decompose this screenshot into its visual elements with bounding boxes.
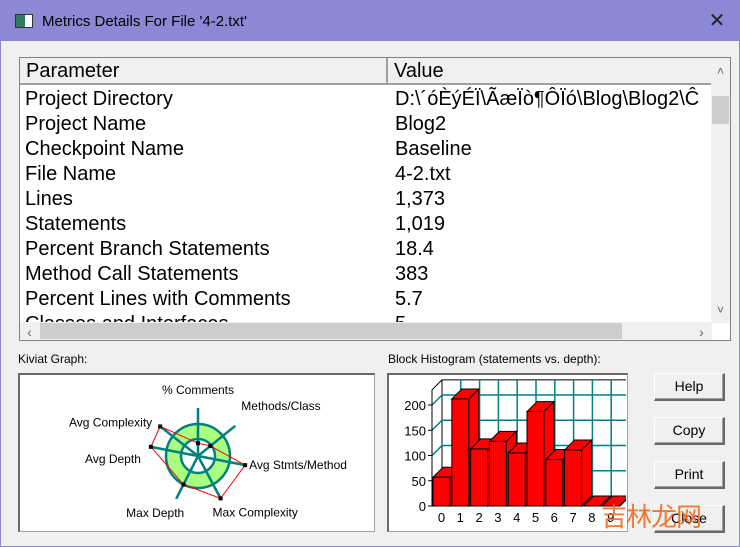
column-header-parameter[interactable]: Parameter: [20, 58, 388, 84]
window-title: Metrics Details For File '4-2.txt': [42, 12, 247, 30]
column-header-value[interactable]: Value: [388, 58, 712, 84]
kiviat-point: [148, 444, 153, 449]
kiviat-point: [218, 496, 223, 501]
title-bar: Metrics Details For File '4-2.txt' ✕: [1, 1, 739, 41]
parameter-cell: Lines: [25, 188, 73, 210]
horizontal-scrollbar[interactable]: ‹ ›: [20, 322, 712, 340]
kiviat-label: Kiviat Graph:: [18, 352, 88, 366]
table-row[interactable]: Project Name Blog2: [20, 112, 712, 137]
value-cell: 1,019: [395, 213, 446, 235]
y-tick-label: 150: [404, 423, 426, 438]
table-row[interactable]: Percent Branch Statements 18.4: [20, 237, 712, 262]
kiviat-axis-label: Max Depth: [126, 506, 184, 520]
parameter-cell: Percent Branch Statements: [25, 238, 270, 260]
kiviat-point: [208, 443, 213, 448]
y-tick-label: 50: [412, 474, 426, 489]
kiviat-point: [158, 424, 163, 429]
x-tick-label: 3: [494, 510, 501, 525]
kiviat-graph: % Comments Methods/Class Avg Stmts/Method M…: [18, 373, 375, 532]
kiviat-axis-label: Methods/Class: [241, 399, 320, 413]
x-tick-label: 8: [588, 510, 595, 525]
kiviat-point: [196, 441, 200, 446]
y-tick-label: 200: [404, 398, 426, 413]
parameter-cell: Project Directory: [25, 88, 173, 110]
print-button[interactable]: Print: [654, 461, 725, 489]
x-tick-label: 0: [438, 510, 445, 525]
scroll-right-icon[interactable]: ›: [692, 324, 711, 340]
table-row[interactable]: Project Directory D:\´óÈýÉÏ\ÃæÏò¶ÔÏó\Blog…: [20, 87, 712, 112]
histogram-label: Block Histogram (statements vs. depth):: [388, 352, 601, 366]
horizontal-scroll-thumb[interactable]: [40, 323, 622, 339]
x-tick-label: 4: [513, 510, 520, 525]
table-row[interactable]: Checkpoint Name Baseline: [20, 137, 712, 162]
x-tick-label: 2: [475, 510, 482, 525]
grid-line: [431, 444, 443, 457]
x-tick-label: 7: [569, 510, 576, 525]
x-tick-label: 5: [532, 510, 539, 525]
watermark: 吉林龙网: [601, 503, 702, 533]
metrics-dialog: Metrics Details For File '4-2.txt' ✕ Par…: [0, 0, 740, 547]
parameter-cell: Method Call Statements: [25, 263, 239, 285]
bar: [526, 411, 545, 507]
kiviat-axis-label: Avg Complexity: [69, 415, 152, 429]
vertical-scrollbar[interactable]: ˄ ˅: [711, 58, 730, 323]
scroll-left-icon[interactable]: ‹: [20, 324, 39, 340]
kiviat-svg: % Comments Methods/Class Avg Stmts/Method M…: [69, 383, 347, 520]
kiviat-axis-label: Max Complexity: [213, 505, 298, 519]
bar: [545, 459, 564, 507]
table-row[interactable]: Lines 1,373: [20, 187, 712, 212]
kiviat-axis-label: % Comments: [162, 383, 234, 397]
grid-line: [431, 394, 443, 406]
bar: [432, 476, 451, 507]
bar: [470, 448, 489, 507]
value-cell: 4-2.txt: [395, 163, 451, 185]
block-histogram: 0 50 100 150 200 0 1 2 3 4 5 6 7 8 9: [387, 373, 631, 532]
bar-side: [581, 438, 593, 508]
value-cell: 18.4: [395, 238, 434, 260]
x-tick-label: 1: [457, 510, 464, 525]
bar: [564, 449, 583, 507]
value-cell: 5.7: [395, 288, 423, 310]
histogram-svg: 0501001502000 1 2 3 4 5 6 7 8 9: [404, 379, 631, 525]
help-button[interactable]: Help: [654, 373, 725, 401]
vertical-scroll-thumb[interactable]: [712, 96, 729, 124]
metrics-table: Parameter Value Project Directory D:\´óÈý…: [19, 57, 731, 341]
parameter-cell: Project Name: [25, 113, 147, 135]
parameter-cell: Percent Lines with Comments: [25, 288, 291, 310]
scroll-up-icon[interactable]: ˄: [711, 64, 730, 78]
table-row[interactable]: Method Call Statements 383: [20, 262, 712, 287]
kiviat-point: [243, 463, 248, 468]
copy-button[interactable]: Copy: [654, 417, 725, 445]
y-tick-label: 0: [419, 499, 426, 514]
value-cell: D:\´óÈýÉÏ\ÃæÏò¶ÔÏó\Blog\Blog2\Ĉ: [395, 88, 700, 110]
grid-line: [431, 419, 443, 431]
value-cell: 1,373: [395, 188, 446, 210]
table-header: Parameter Value: [20, 58, 712, 85]
table-body: Project Directory D:\´óÈýÉÏ\ÃæÏò¶ÔÏó\Blog…: [20, 87, 712, 323]
y-tick-label: 100: [404, 449, 426, 464]
app-icon: [15, 14, 33, 28]
kiviat-axis-label: Avg Stmts/Method: [249, 458, 347, 472]
axis-edge: [431, 379, 443, 391]
value-cell: Blog2: [395, 113, 447, 135]
parameter-cell: Checkpoint Name: [25, 138, 184, 160]
scroll-down-icon[interactable]: ˅: [711, 303, 730, 317]
kiviat-point: [181, 482, 186, 487]
close-icon[interactable]: ✕: [705, 9, 729, 33]
table-row[interactable]: File Name 4-2.txt: [20, 162, 712, 187]
parameter-cell: Statements: [25, 213, 127, 235]
value-cell: Baseline: [395, 138, 472, 160]
kiviat-axis-label: Avg Depth: [85, 452, 141, 466]
bar: [507, 452, 526, 507]
bar: [451, 398, 470, 507]
value-cell: 383: [395, 263, 429, 285]
table-row[interactable]: Statements 1,019: [20, 212, 712, 237]
x-tick-label: 6: [551, 510, 558, 525]
table-row[interactable]: Percent Lines with Comments 5.7: [20, 287, 712, 312]
parameter-cell: File Name: [25, 163, 117, 185]
bar: [488, 440, 507, 507]
